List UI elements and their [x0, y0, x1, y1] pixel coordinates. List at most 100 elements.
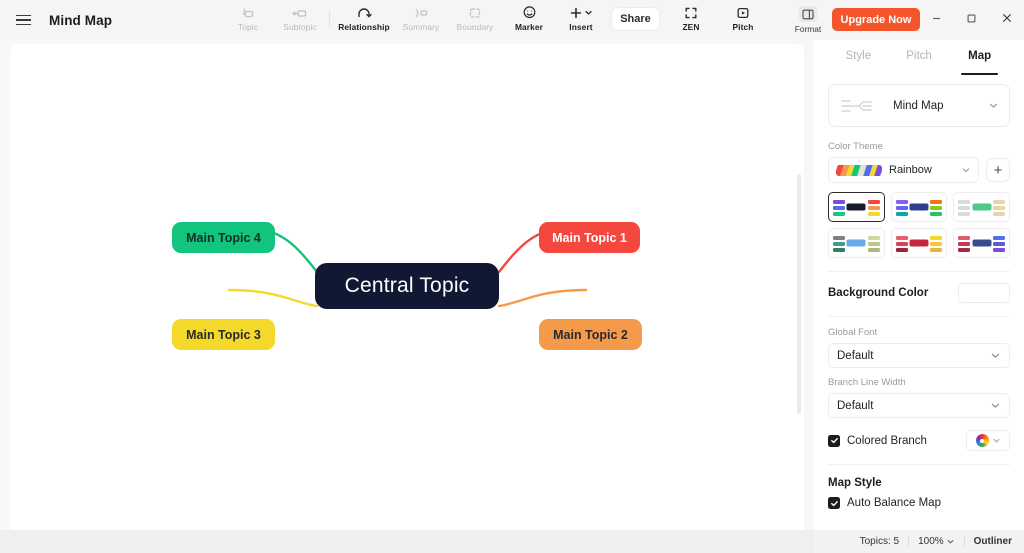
node-main-topic-2[interactable]: Main Topic 2: [539, 319, 642, 350]
subtopic-icon: [292, 5, 308, 20]
status-divider-1: [908, 537, 910, 546]
auto-balance-row: Auto Balance Map: [828, 497, 1010, 509]
tool-relationship-label: Relationship: [338, 22, 390, 32]
minimize-icon[interactable]: [919, 0, 954, 36]
global-font-value: Default: [837, 349, 874, 362]
canvas-vertical-scrollbar[interactable]: [797, 174, 801, 414]
connector-topic-2: [497, 288, 588, 308]
chevron-down-icon: [989, 103, 998, 108]
colored-branch-color-picker[interactable]: [966, 430, 1010, 451]
connector-topic-3: [227, 288, 319, 308]
tool-summary[interactable]: Summary: [395, 0, 447, 40]
tool-zen[interactable]: ZEN: [665, 0, 717, 40]
add-color-theme-button[interactable]: +: [986, 158, 1010, 182]
tool-subtopic-label: Subtopic: [283, 22, 317, 32]
tool-boundary[interactable]: Boundary: [447, 0, 503, 40]
tool-insert[interactable]: Insert: [555, 0, 607, 40]
theme-swatch-5[interactable]: [953, 228, 1010, 258]
mindmap-canvas[interactable]: Central Topic Main Topic 1 Main Topic 2 …: [10, 44, 804, 539]
mindmap-structure-icon: [841, 99, 872, 112]
branch-line-width-select[interactable]: Default: [828, 393, 1010, 418]
marker-smiley-icon: [522, 5, 537, 20]
zoom-level-label: 100%: [918, 536, 944, 547]
tool-subtopic[interactable]: Subtopic: [274, 0, 326, 40]
global-font-label: Global Font: [828, 327, 878, 338]
map-type-selector[interactable]: Mind Map: [828, 84, 1010, 127]
color-theme-section-label: Color Theme: [828, 141, 883, 152]
outliner-button[interactable]: Outliner: [974, 536, 1012, 547]
pitch-play-icon: [736, 5, 750, 20]
format-button-label: Format: [794, 24, 822, 34]
hamburger-menu-icon[interactable]: [10, 7, 36, 33]
chevron-down-icon: [947, 540, 954, 544]
color-wheel-icon: [975, 434, 989, 447]
tool-pitch[interactable]: Pitch: [717, 0, 769, 40]
map-type-label: Mind Map: [893, 99, 944, 112]
color-theme-row: Rainbow +: [828, 157, 1010, 183]
tool-relationship[interactable]: Relationship: [333, 0, 395, 40]
status-divider-2: [963, 537, 965, 546]
tool-boundary-label: Boundary: [456, 22, 494, 32]
global-font-select[interactable]: Default: [828, 343, 1010, 368]
close-icon[interactable]: [989, 0, 1024, 36]
format-button[interactable]: Format: [791, 3, 825, 39]
tool-zen-label: ZEN: [682, 22, 700, 32]
tab-pitch[interactable]: Pitch: [889, 40, 950, 72]
top-toolbar: Mind Map Topic Subtopic Relationship Sum…: [0, 0, 1024, 40]
share-button[interactable]: Share: [612, 8, 659, 30]
check-icon: [830, 500, 838, 506]
summary-icon: [413, 5, 429, 20]
theme-swatch-3[interactable]: [828, 228, 885, 258]
status-bar: Topics: 5 100% Outliner: [814, 530, 1024, 553]
app-root: Mind Map Topic Subtopic Relationship Sum…: [0, 0, 1024, 553]
node-main-topic-4[interactable]: Main Topic 4: [172, 222, 275, 253]
upgrade-now-button[interactable]: Upgrade Now: [832, 8, 920, 31]
color-theme-value: Rainbow: [889, 164, 932, 176]
tool-insert-label: Insert: [569, 22, 593, 32]
map-style-heading: Map Style: [828, 477, 882, 489]
colored-branch-label: Colored Branch: [847, 434, 927, 447]
maximize-icon[interactable]: [954, 0, 989, 36]
node-central-topic[interactable]: Central Topic: [315, 263, 499, 309]
theme-swatch-4[interactable]: [890, 228, 948, 258]
theme-swatch-1[interactable]: [890, 192, 948, 222]
tool-marker[interactable]: Marker: [503, 0, 555, 40]
right-side-panel: Style Pitch Map Mind Map Color Theme Rai…: [814, 40, 1024, 530]
chevron-down-icon: [585, 10, 592, 15]
color-theme-selector[interactable]: Rainbow: [828, 157, 979, 183]
branch-line-width-label: Branch Line Width: [828, 377, 906, 388]
plus-icon: [570, 7, 582, 18]
toolbar-tools: Topic Subtopic Relationship Summary Boun…: [222, 0, 607, 40]
background-color-swatch[interactable]: [958, 283, 1010, 303]
tool-topic[interactable]: Topic: [222, 0, 274, 40]
tool-summary-label: Summary: [402, 22, 440, 32]
colored-branch-checkbox[interactable]: [828, 434, 840, 447]
zoom-control[interactable]: 100%: [918, 536, 955, 547]
auto-balance-label: Auto Balance Map: [847, 497, 941, 509]
tab-map[interactable]: Map: [949, 40, 1010, 75]
topics-count: Topics: 5: [859, 536, 900, 547]
tab-style[interactable]: Style: [828, 40, 889, 72]
relationship-icon: [356, 5, 372, 20]
insert-icon-group: [569, 5, 593, 20]
node-main-topic-1[interactable]: Main Topic 1: [539, 222, 640, 253]
toolbar-divider: [329, 10, 330, 26]
tool-marker-label: Marker: [514, 22, 544, 32]
tool-topic-label: Topic: [237, 22, 259, 32]
zen-fullscreen-icon: [684, 5, 698, 20]
theme-swatch-2[interactable]: [953, 192, 1010, 222]
colored-branch-row: Colored Branch: [828, 430, 1010, 451]
panel-divider-1: [828, 271, 1010, 272]
background-color-row: Background Color: [828, 283, 1010, 303]
check-icon: [830, 438, 838, 444]
panel-divider-2: [828, 316, 1010, 317]
document-title: Mind Map: [49, 12, 113, 28]
color-theme-swatch-grid: [828, 192, 1010, 258]
theme-swatch-0[interactable]: [828, 192, 885, 222]
chevron-down-icon: [993, 439, 999, 443]
node-main-topic-3[interactable]: Main Topic 3: [172, 319, 275, 350]
topic-icon: [241, 5, 255, 20]
background-color-label: Background Color: [828, 287, 929, 299]
chevron-down-icon: [962, 168, 970, 173]
auto-balance-checkbox[interactable]: [828, 497, 840, 509]
